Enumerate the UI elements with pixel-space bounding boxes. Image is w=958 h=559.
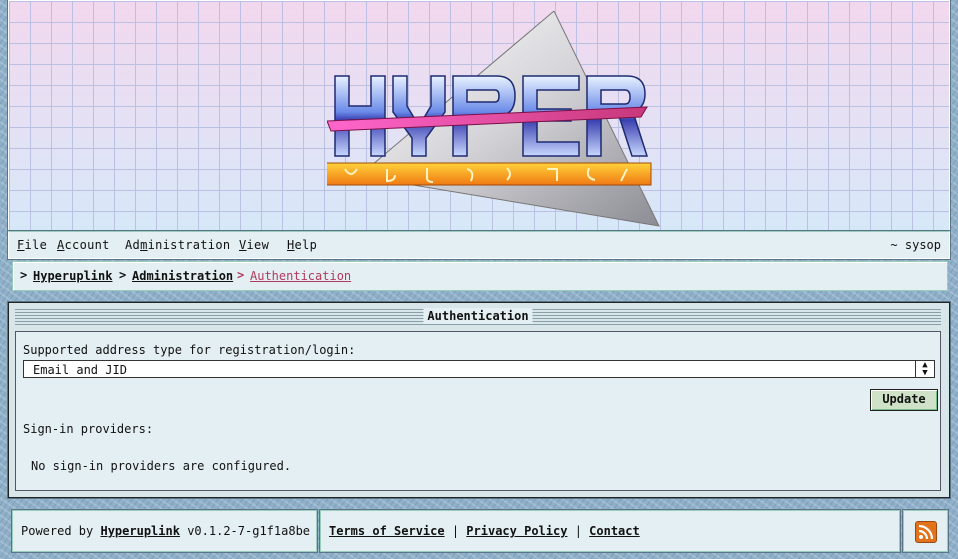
breadcrumb-separator: >: [20, 268, 28, 282]
breadcrumb-separator: >: [237, 268, 245, 282]
breadcrumb-authentication[interactable]: Authentication: [250, 269, 351, 283]
panel-content: Supported address type for registration/…: [15, 331, 941, 491]
menu-administration[interactable]: Administration: [125, 238, 230, 252]
hyperuplink-link[interactable]: Hyperuplink: [100, 524, 179, 538]
rss-icon: [918, 524, 934, 540]
update-button[interactable]: Update: [870, 389, 938, 411]
footer-divider: |: [451, 524, 460, 538]
panel-title: Authentication: [423, 308, 533, 324]
breadcrumb-administration[interactable]: Administration: [132, 269, 233, 283]
no-providers-message: No sign-in providers are configured.: [31, 459, 292, 473]
menu-help-post: elp: [294, 238, 318, 252]
powered-by-prefix: Powered by: [21, 524, 94, 538]
hyper-logo: [327, 75, 652, 186]
menu-administration-post: inistration: [147, 238, 231, 252]
address-type-select[interactable]: Email and JID ▲ ▼: [23, 360, 935, 378]
footer-divider: |: [574, 524, 582, 538]
menu-account[interactable]: Account: [57, 238, 110, 252]
panel-title-bar: Authentication: [15, 308, 941, 327]
address-type-label: Supported address type for registration/…: [23, 343, 356, 357]
select-arrows-icon: ▲ ▼: [915, 361, 934, 378]
footer-powered-by: Powered by Hyperuplink v0.1.2-7-g1f1a8be: [12, 510, 317, 552]
footer-feed: [903, 510, 948, 552]
menu-administration-accel: m: [140, 238, 148, 252]
menu-view[interactable]: View: [239, 238, 269, 252]
menu-file-accel: F: [17, 238, 25, 252]
menu-administration-pre: Ad: [125, 238, 141, 252]
breadcrumb: > Hyperuplink > Administration > Authent…: [12, 261, 948, 291]
menu-help-accel: H: [287, 238, 295, 252]
user-menu[interactable]: ~ sysop: [890, 238, 941, 252]
menu-help[interactable]: Help: [287, 238, 317, 252]
menu-account-post: ccount: [64, 238, 110, 252]
menu-bar: File Account Administration View Help ~ …: [8, 231, 950, 259]
authentication-panel: Authentication Supported address type fo…: [8, 302, 950, 498]
signin-providers-label: Sign-in providers:: [23, 422, 154, 436]
menu-view-post: iew: [246, 238, 270, 252]
version-label: v0.1.2-7-g1f1a8be: [187, 524, 311, 538]
powered-by-line: Powered by Hyperuplink v0.1.2-7-g1f1a8be: [21, 524, 310, 538]
footer-links: Terms of Service | Privacy Policy | Cont…: [320, 510, 900, 552]
terms-of-service-link[interactable]: Terms of Service: [329, 524, 445, 538]
menu-view-accel: V: [239, 238, 247, 252]
header-banner: [8, 0, 950, 232]
footer-links-line: Terms of Service | Privacy Policy | Cont…: [329, 524, 640, 538]
contact-link[interactable]: Contact: [589, 524, 640, 538]
breadcrumb-hyperuplink[interactable]: Hyperuplink: [33, 269, 112, 283]
menu-account-accel: A: [57, 238, 65, 252]
menu-file-post: ile: [24, 238, 48, 252]
rss-feed-icon[interactable]: [915, 521, 937, 543]
address-type-value: Email and JID: [33, 363, 127, 377]
privacy-policy-link[interactable]: Privacy Policy: [466, 524, 567, 538]
menu-file[interactable]: File: [17, 238, 47, 252]
breadcrumb-separator: >: [119, 268, 127, 282]
